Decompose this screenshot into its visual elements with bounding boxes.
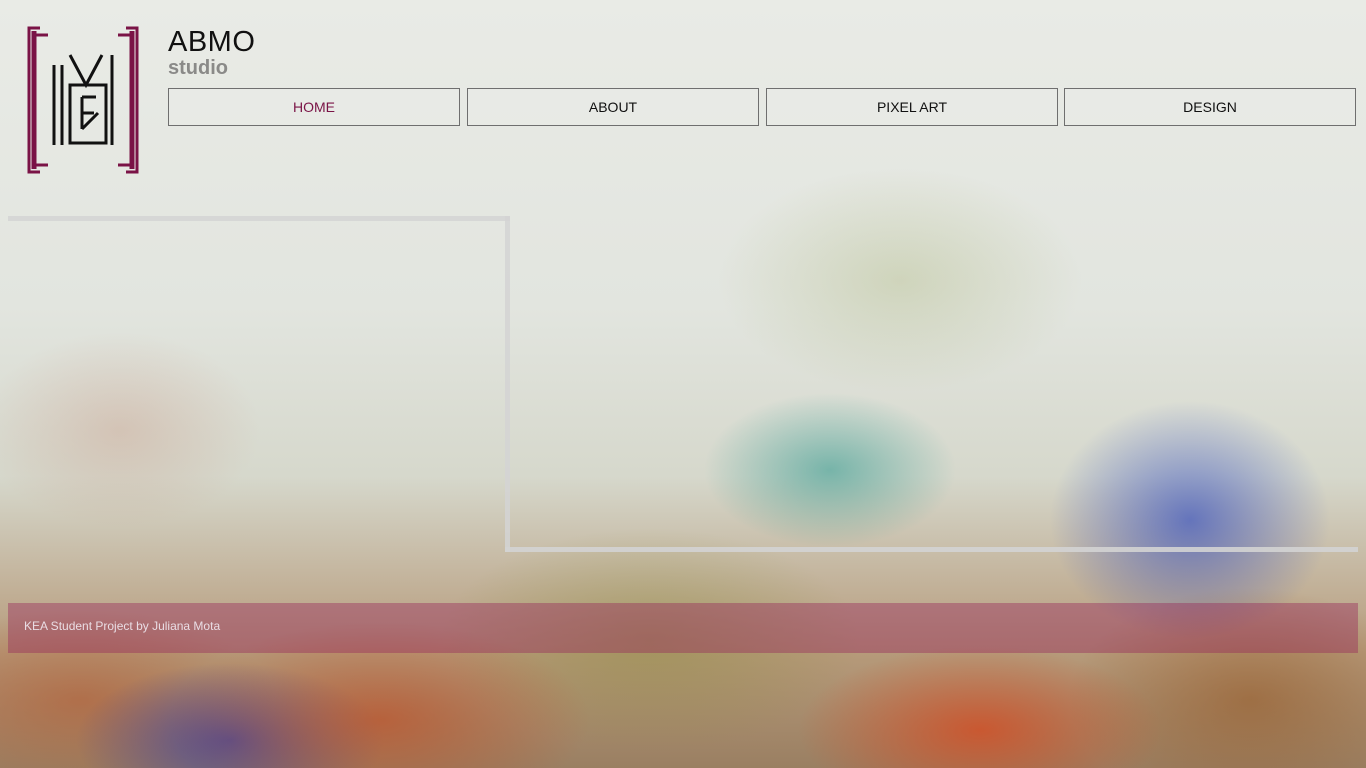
content-frame — [8, 216, 1358, 554]
footer-credit-text: KEA Student Project by Juliana Mota — [24, 619, 221, 633]
frame-top-divider — [8, 216, 510, 221]
frame-bottom-divider — [505, 547, 1358, 552]
nav-design-button[interactable]: DESIGN — [1064, 88, 1356, 126]
nav-about-button[interactable]: ABOUT — [467, 88, 759, 126]
footer-bar: KEA Student Project by Juliana Mota — [8, 603, 1358, 653]
nav-home-button[interactable]: HOME — [168, 88, 460, 126]
nav-pixel-art-button[interactable]: PIXEL ART — [766, 88, 1058, 126]
frame-vertical-divider — [505, 216, 510, 552]
brand-title: ABMO — [168, 26, 256, 58]
brand-subtitle: studio — [168, 57, 228, 79]
abmo-logo-icon[interactable] — [26, 25, 140, 175]
